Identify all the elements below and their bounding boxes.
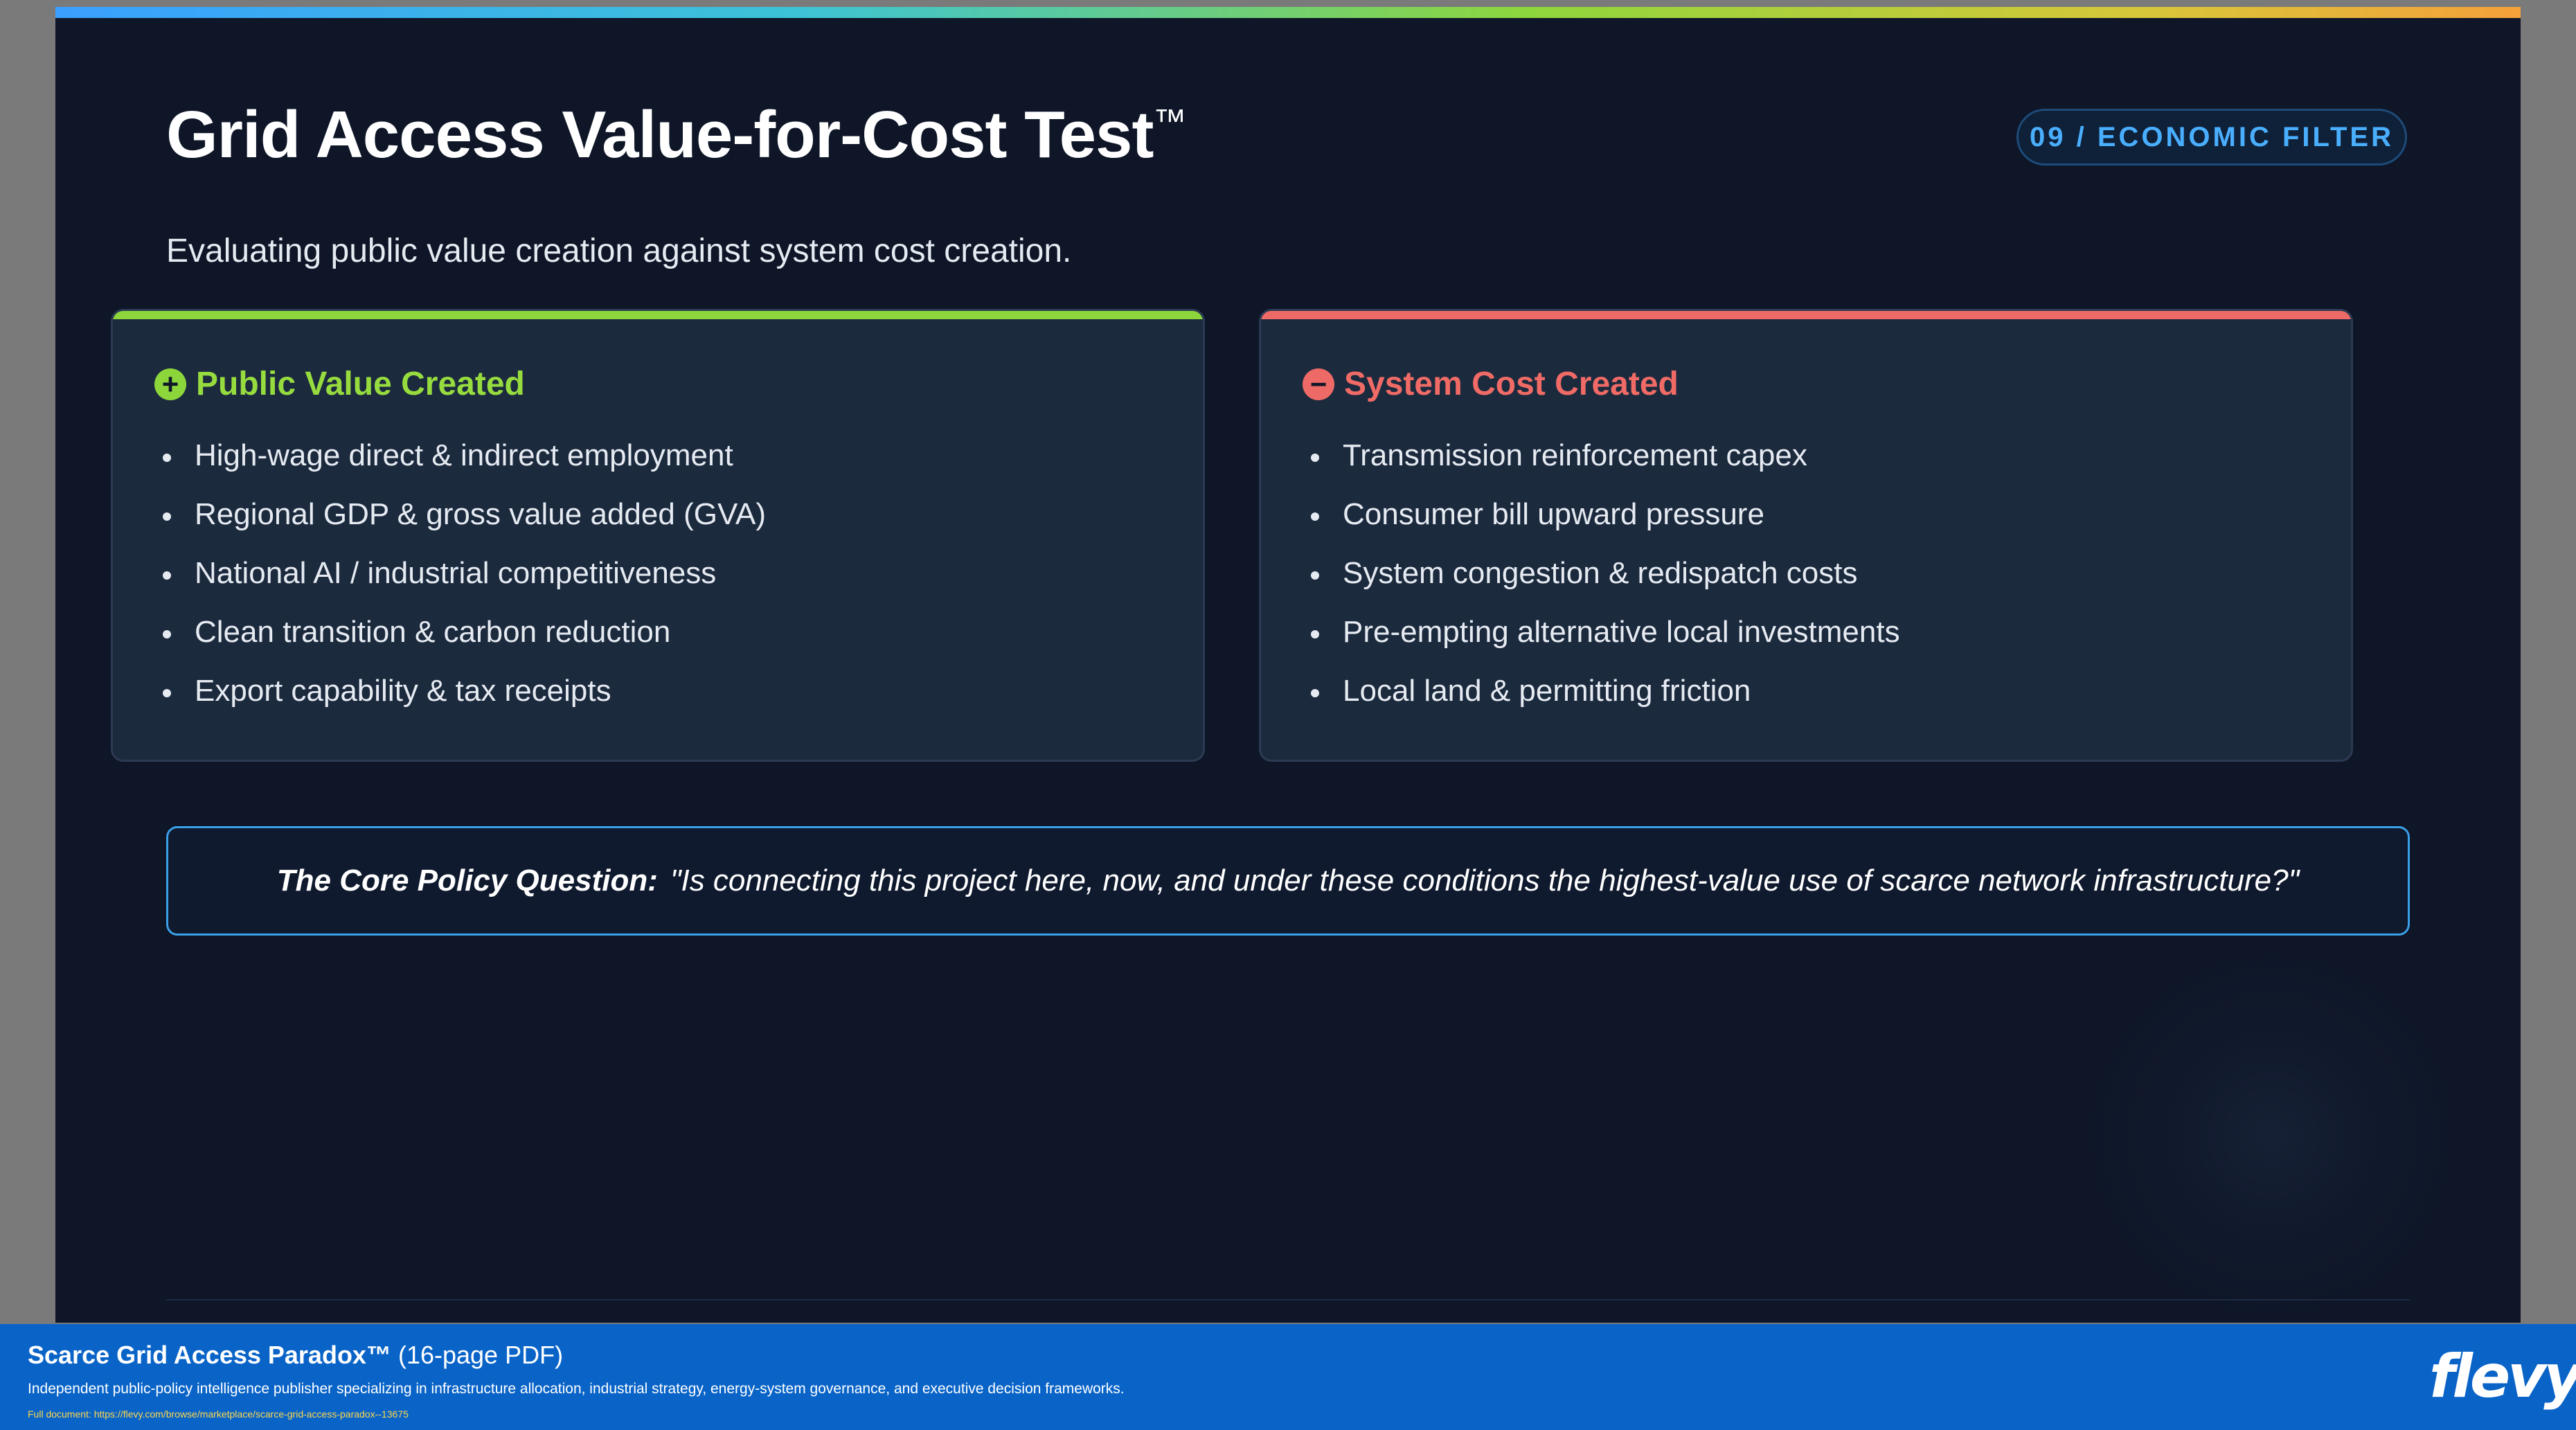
flevy-logo[interactable]: flevy xyxy=(2429,1343,2576,1410)
list-item: Export capability & tax receipts xyxy=(156,674,766,733)
list-item: Pre-empting alternative local investment… xyxy=(1304,615,1900,674)
cost-list: Transmission reinforcement capex Consume… xyxy=(1304,438,1900,733)
value-list: High-wage direct & indirect employment R… xyxy=(156,438,766,733)
plus-circle-icon: + xyxy=(154,368,186,400)
section-badge: 09 / ECONOMIC FILTER xyxy=(2016,109,2407,166)
gradient-top-bar xyxy=(55,7,2521,18)
card-heading-text: System Cost Created xyxy=(1344,366,1679,402)
system-cost-card: − System Cost Created Transmission reinf… xyxy=(1259,309,2353,762)
public-value-card: + Public Value Created High-wage direct … xyxy=(111,309,1205,762)
list-item: National AI / industrial competitiveness xyxy=(156,556,766,615)
question-label: The Core Policy Question: xyxy=(276,864,658,897)
footer-description: Independent public-policy intelligence p… xyxy=(28,1381,1125,1397)
footer-doc-title: Scarce Grid Access Paradox™ xyxy=(28,1341,391,1369)
list-item: Regional GDP & gross value added (GVA) xyxy=(156,497,766,556)
footer-divider xyxy=(166,1299,2410,1301)
page-title-text: Grid Access Value-for-Cost Test xyxy=(166,98,1154,172)
list-item: Clean transition & carbon reduction xyxy=(156,615,766,674)
footer-page-count: (16-page PDF) xyxy=(391,1341,564,1369)
card-heading: − System Cost Created xyxy=(1303,365,1679,403)
footer-link[interactable]: Full document: https://flevy.com/browse/… xyxy=(28,1409,409,1420)
footer-title: Scarce Grid Access Paradox™ (16-page PDF… xyxy=(28,1341,563,1370)
list-item: Consumer bill upward pressure xyxy=(1304,497,1900,556)
card-heading-text: Public Value Created xyxy=(196,366,525,402)
minus-circle-icon: − xyxy=(1303,368,1334,400)
list-item: Transmission reinforcement capex xyxy=(1304,438,1900,497)
slide: Grid Access Value-for-Cost Test™ 09 / EC… xyxy=(55,7,2521,1323)
card-heading: + Public Value Created xyxy=(154,365,525,403)
question-text: "Is connecting this project here, now, a… xyxy=(670,864,2300,897)
list-item: High-wage direct & indirect employment xyxy=(156,438,766,497)
document-footer: Scarce Grid Access Paradox™ (16-page PDF… xyxy=(0,1324,2576,1430)
page-subtitle: Evaluating public value creation against… xyxy=(166,233,1072,269)
decorative-glow xyxy=(2050,949,2493,1323)
list-item: System congestion & redispatch costs xyxy=(1304,556,1900,615)
trademark-mark: ™ xyxy=(1153,103,1186,140)
page-title: Grid Access Value-for-Cost Test™ xyxy=(166,97,1186,173)
card-accent-bar xyxy=(1261,311,2351,319)
card-accent-bar xyxy=(113,311,1203,319)
policy-question-box: The Core Policy Question: "Is connecting… xyxy=(166,826,2410,936)
list-item: Local land & permitting friction xyxy=(1304,674,1900,733)
